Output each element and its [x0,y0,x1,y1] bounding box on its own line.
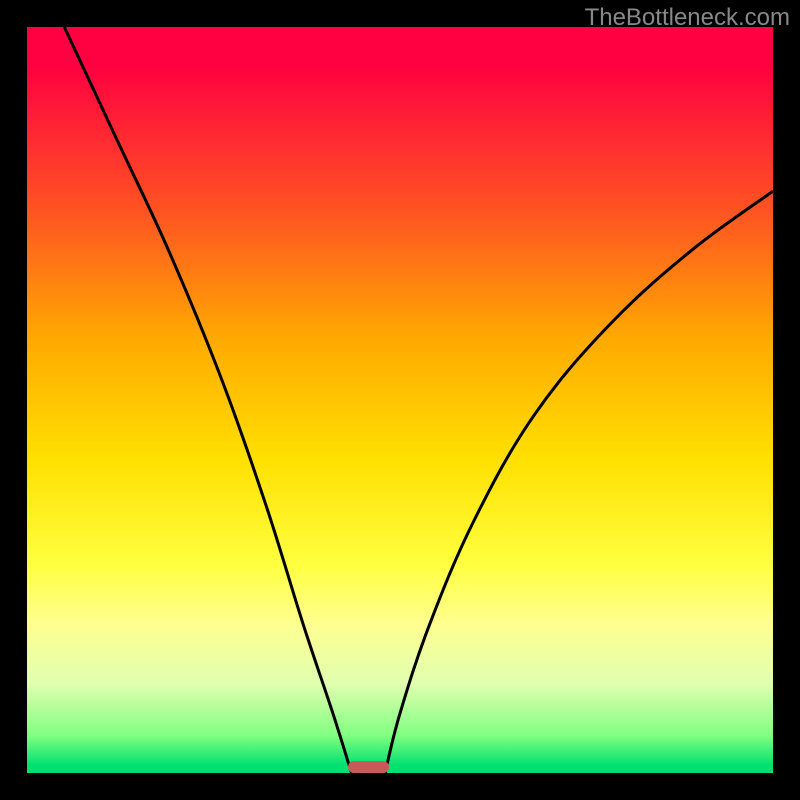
chart-container: TheBottleneck.com [0,0,800,800]
plot-area [27,27,773,773]
bottleneck-marker [348,761,389,773]
watermark-text: TheBottleneck.com [585,4,790,32]
